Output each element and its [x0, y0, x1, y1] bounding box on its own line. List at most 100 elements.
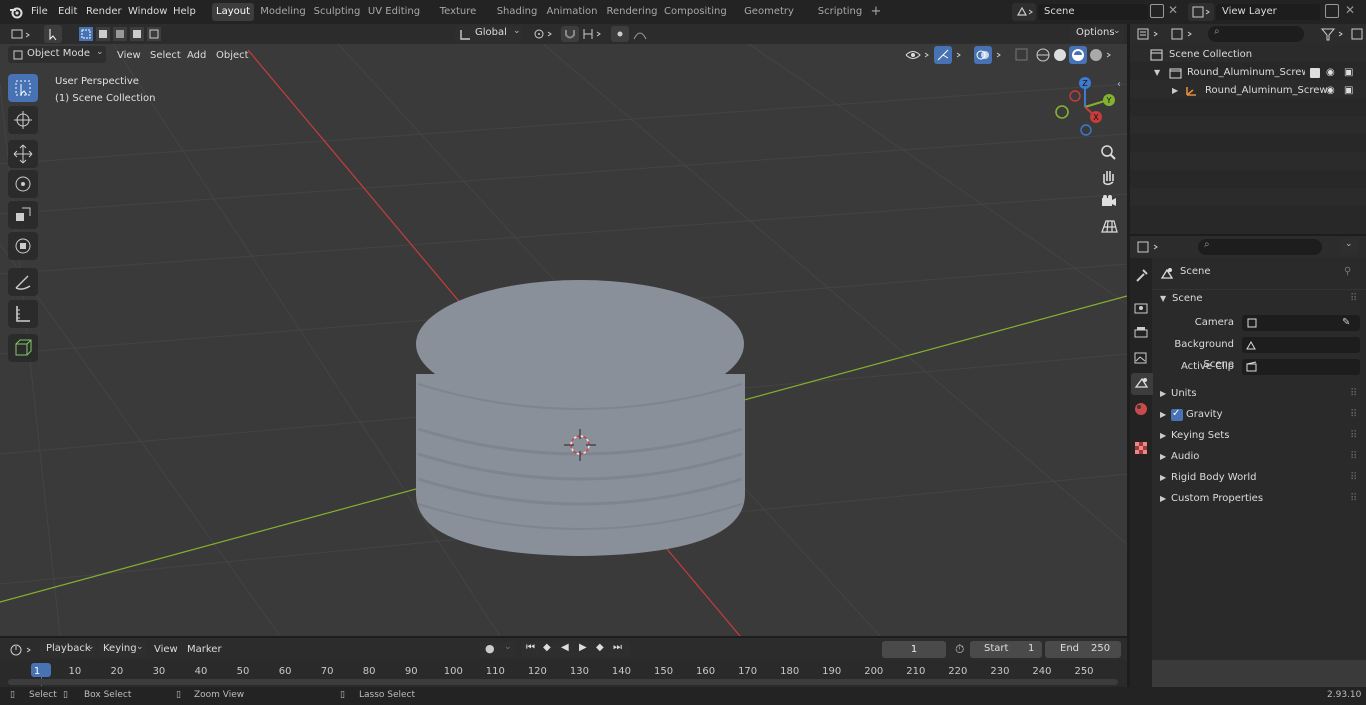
- menu-object[interactable]: Object: [216, 48, 249, 64]
- tab-layout[interactable]: Layout: [212, 3, 254, 21]
- measure-tool[interactable]: [8, 300, 38, 328]
- menu-help[interactable]: Help: [173, 4, 196, 20]
- tab-uv-editing[interactable]: UV Editing: [366, 3, 422, 21]
- scale-tool[interactable]: [8, 201, 38, 229]
- add-cube-tool[interactable]: [8, 334, 38, 362]
- select-box-tool[interactable]: [8, 74, 38, 102]
- panel-audio-header[interactable]: ▶ Audio ⠿: [1156, 447, 1366, 467]
- gravity-checkbox[interactable]: ✓: [1171, 408, 1183, 421]
- pan-hand-icon[interactable]: [1097, 165, 1119, 187]
- play-icon[interactable]: ▶: [579, 642, 587, 653]
- camera-field[interactable]: ✎: [1242, 315, 1360, 331]
- tab-animation[interactable]: Animation: [544, 3, 600, 21]
- panel-scene-header[interactable]: ▼ Scene ⠿: [1156, 289, 1366, 309]
- menu-window[interactable]: Window: [128, 4, 167, 20]
- screw-cap-object[interactable]: [416, 280, 745, 556]
- drag-handle-icon[interactable]: ⠿: [1350, 489, 1357, 509]
- outliner-scene-collection[interactable]: Scene Collection: [1130, 46, 1366, 64]
- expand-right-icon[interactable]: ▶: [1172, 82, 1178, 100]
- world-tab[interactable]: [1131, 399, 1151, 419]
- panel-gravity-header[interactable]: ▶ ✓ Gravity ⠿: [1156, 405, 1366, 425]
- copy-icon[interactable]: [1150, 4, 1164, 18]
- timeline-scrollbar[interactable]: [8, 679, 1118, 685]
- transform-orientation-dropdown[interactable]: Global ⌄: [455, 25, 523, 43]
- blender-logo-icon[interactable]: [8, 4, 24, 20]
- transform-tool[interactable]: [8, 232, 38, 260]
- active-clip-field[interactable]: [1242, 359, 1360, 375]
- jump-start-icon[interactable]: ⏮: [526, 642, 535, 653]
- drag-handle-icon[interactable]: ⠿: [1350, 384, 1357, 404]
- drag-handle-icon[interactable]: ⠿: [1350, 405, 1357, 425]
- move-tool[interactable]: [8, 140, 38, 168]
- play-reverse-icon[interactable]: ◀: [561, 642, 569, 653]
- editor-type-icon[interactable]: [1136, 239, 1166, 255]
- tab-texture-paint[interactable]: Texture Paint: [426, 3, 490, 35]
- tab-shading[interactable]: Shading: [494, 3, 540, 21]
- view-layer-field[interactable]: View Layer: [1216, 4, 1320, 20]
- options-dropdown[interactable]: Options ⌄: [1070, 25, 1124, 43]
- options-dropdown[interactable]: ⌄: [1340, 239, 1358, 255]
- scene-tab[interactable]: [1131, 373, 1153, 395]
- close-icon[interactable]: ✕: [1345, 3, 1355, 17]
- tab-scripting[interactable]: Scripting: [812, 3, 868, 21]
- render-tab[interactable]: [1131, 298, 1151, 318]
- panel-keying-sets-header[interactable]: ▶ Keying Sets ⠿: [1156, 426, 1366, 446]
- keying-menu[interactable]: Keying ⌄: [98, 641, 146, 658]
- eye-icon[interactable]: ◉: [1326, 64, 1335, 82]
- new-collection-icon[interactable]: [1350, 26, 1366, 42]
- proportional-edit-toggle[interactable]: [610, 25, 658, 43]
- drag-handle-icon[interactable]: ⠿: [1350, 426, 1357, 446]
- checkbox-checked-icon[interactable]: [1310, 68, 1320, 78]
- stopwatch-icon[interactable]: ⏱: [955, 642, 964, 657]
- gizmo-toggle-icon[interactable]: [934, 46, 968, 64]
- display-mode-icon[interactable]: [1170, 26, 1200, 42]
- panel-units-header[interactable]: ▶ Units ⠿: [1156, 384, 1366, 404]
- xray-toggle-icon[interactable]: [1014, 46, 1030, 64]
- editor-type-icon[interactable]: [8, 641, 36, 659]
- add-workspace-button[interactable]: +: [868, 3, 884, 21]
- background-scene-field[interactable]: [1242, 337, 1360, 353]
- scene-name-field[interactable]: Scene: [1038, 4, 1148, 20]
- cursor-tool[interactable]: [8, 106, 38, 134]
- menu-edit[interactable]: Edit: [58, 4, 77, 20]
- outliner-search-input[interactable]: ⌕: [1208, 26, 1304, 42]
- output-tab[interactable]: [1131, 323, 1151, 343]
- camera-icon[interactable]: ▣: [1344, 82, 1353, 100]
- tab-rendering[interactable]: Rendering: [604, 3, 660, 21]
- timeline-view-menu[interactable]: View: [154, 644, 178, 655]
- zoom-icon[interactable]: [1097, 141, 1119, 163]
- view-layer-browse-button[interactable]: [1188, 3, 1214, 21]
- rotate-tool[interactable]: [8, 170, 38, 198]
- pin-icon[interactable]: ⚲: [1344, 262, 1351, 282]
- jump-end-icon[interactable]: ⏭: [613, 642, 622, 653]
- annotate-tool[interactable]: [8, 268, 38, 296]
- properties-search-input[interactable]: ⌕: [1198, 239, 1322, 255]
- sidebar-toggle-icon[interactable]: ‹: [1117, 79, 1121, 90]
- tab-geometry-nodes[interactable]: Geometry Nodes: [730, 3, 808, 35]
- menu-add[interactable]: Add: [187, 48, 206, 64]
- snap-toggle[interactable]: [560, 25, 606, 43]
- ortho-grid-icon[interactable]: [1097, 215, 1119, 237]
- view-layer-tab[interactable]: [1131, 348, 1151, 368]
- camera-view-icon[interactable]: [1097, 190, 1119, 212]
- camera-icon[interactable]: ▣: [1344, 64, 1353, 82]
- drag-handle-icon[interactable]: ⠿: [1350, 468, 1357, 488]
- mode-dropdown[interactable]: Object Mode ⌄: [8, 46, 106, 63]
- scene-browse-button[interactable]: [1012, 3, 1036, 21]
- current-frame-field[interactable]: 1: [882, 641, 946, 658]
- editor-type-icon[interactable]: [1136, 26, 1166, 42]
- filter-icon[interactable]: [1320, 26, 1350, 42]
- drag-handle-icon[interactable]: ⠿: [1350, 289, 1357, 309]
- tab-compositing[interactable]: Compositing: [664, 3, 727, 21]
- prev-keyframe-icon[interactable]: ◆: [543, 642, 551, 653]
- panel-custom-properties-header[interactable]: ▶ Custom Properties ⠿: [1156, 489, 1366, 509]
- outliner-item[interactable]: ▶ Round_Aluminum_Screw ◉ ▣: [1130, 82, 1366, 100]
- viewport-scene[interactable]: [0, 24, 1127, 636]
- 3d-viewport[interactable]: User Perspective (1) Scene Collection Z …: [0, 24, 1127, 636]
- tab-modeling[interactable]: Modeling: [258, 3, 308, 21]
- playback-menu[interactable]: Playback ⌄: [40, 641, 96, 658]
- texture-tab[interactable]: [1131, 438, 1151, 458]
- end-frame-field[interactable]: End 250: [1045, 641, 1121, 658]
- menu-file[interactable]: File: [31, 4, 48, 20]
- pivot-point-dropdown[interactable]: [530, 25, 556, 43]
